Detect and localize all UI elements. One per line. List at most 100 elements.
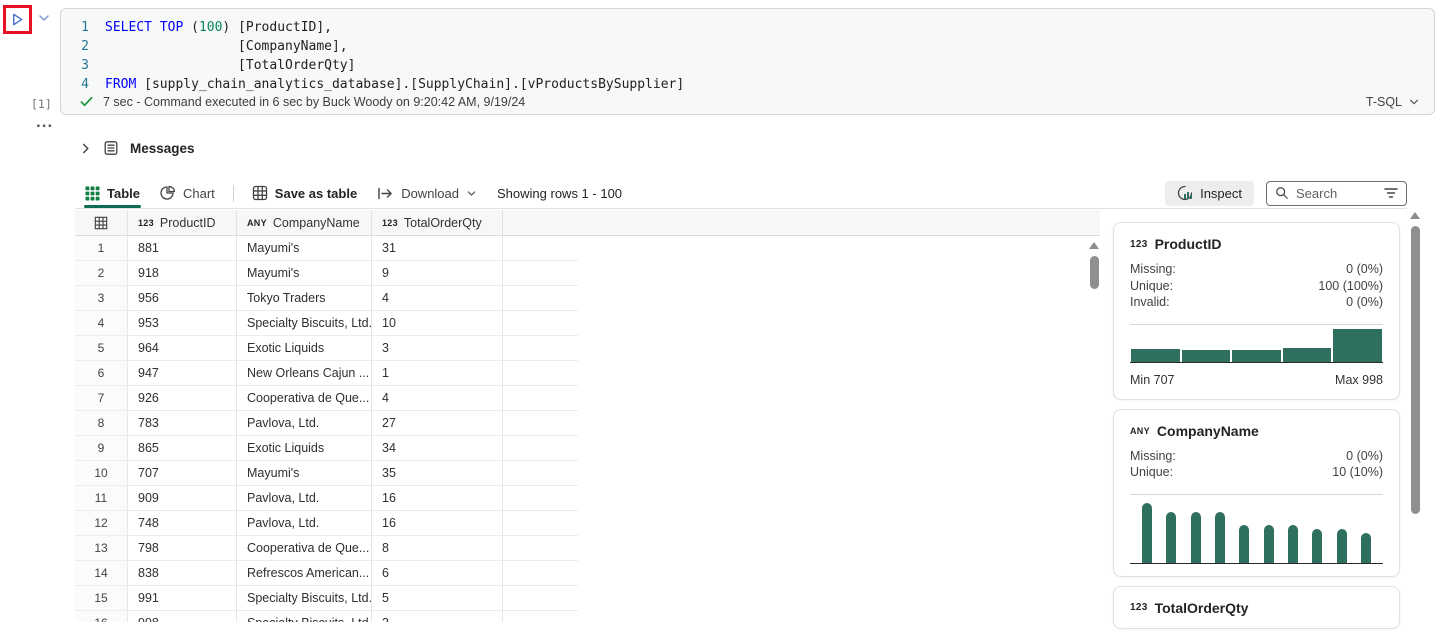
table-cell[interactable]: 31 <box>372 236 503 260</box>
table-cell[interactable]: Mayumi's <box>237 461 372 485</box>
table-cell[interactable]: 926 <box>128 386 237 410</box>
row-number-cell[interactable]: 8 <box>75 411 128 435</box>
table-cell[interactable]: 16 <box>372 511 503 535</box>
scrollbar-thumb[interactable] <box>1090 256 1099 289</box>
tab-chart[interactable]: Chart <box>150 178 225 208</box>
table-cell[interactable]: Tokyo Traders <box>237 286 372 310</box>
table-cell[interactable]: 909 <box>128 486 237 510</box>
table-cell[interactable]: 991 <box>128 586 237 610</box>
table-cell[interactable]: Mayumi's <box>237 236 372 260</box>
table-row[interactable]: 15991Specialty Biscuits, Ltd.5 <box>75 586 578 611</box>
table-cell[interactable]: New Orleans Cajun ... <box>237 361 372 385</box>
panel-vertical-scrollbar[interactable] <box>1406 212 1424 622</box>
table-row[interactable]: 16998Specialty Biscuits, Ltd.3 <box>75 611 578 622</box>
cell-collapse-chevron[interactable] <box>37 11 51 25</box>
table-cell[interactable]: 953 <box>128 311 237 335</box>
table-cell[interactable]: 16 <box>372 486 503 510</box>
table-row[interactable]: 8783Pavlova, Ltd.27 <box>75 411 578 436</box>
table-row[interactable]: 7926Cooperativa de Que...4 <box>75 386 578 411</box>
code-cell[interactable]: 1 SELECT TOP (100) [ProductID], 2 [Compa… <box>60 8 1435 115</box>
table-cell[interactable]: 5 <box>372 586 503 610</box>
row-number-cell[interactable]: 3 <box>75 286 128 310</box>
table-cell[interactable]: 10 <box>372 311 503 335</box>
table-row[interactable]: 12748Pavlova, Ltd.16 <box>75 511 578 536</box>
table-cell[interactable]: 748 <box>128 511 237 535</box>
messages-section-header[interactable]: Messages <box>79 140 195 156</box>
row-number-cell[interactable]: 6 <box>75 361 128 385</box>
table-cell[interactable]: Exotic Liquids <box>237 436 372 460</box>
table-cell[interactable]: 35 <box>372 461 503 485</box>
table-cell[interactable]: Pavlova, Ltd. <box>237 411 372 435</box>
column-header-productid[interactable]: 123 ProductID <box>128 210 237 235</box>
search-input[interactable] <box>1296 186 1377 201</box>
table-row[interactable]: 4953Specialty Biscuits, Ltd.10 <box>75 311 578 336</box>
table-cell[interactable]: 1 <box>372 361 503 385</box>
table-cell[interactable]: 27 <box>372 411 503 435</box>
scrollbar-thumb[interactable] <box>1411 226 1420 514</box>
table-row[interactable]: 10707Mayumi's35 <box>75 461 578 486</box>
row-number-cell[interactable]: 4 <box>75 311 128 335</box>
row-number-cell[interactable]: 14 <box>75 561 128 585</box>
table-row[interactable]: 14838Refrescos American...6 <box>75 561 578 586</box>
code-editor[interactable]: 1 SELECT TOP (100) [ProductID], 2 [Compa… <box>61 9 1434 94</box>
table-cell[interactable]: 838 <box>128 561 237 585</box>
row-number-cell[interactable]: 7 <box>75 386 128 410</box>
grid-vertical-scrollbar[interactable] <box>1088 242 1100 289</box>
table-cell[interactable]: 3 <box>372 611 503 622</box>
table-cell[interactable]: Specialty Biscuits, Ltd. <box>237 311 372 335</box>
table-cell[interactable]: 783 <box>128 411 237 435</box>
save-as-table-button[interactable]: Save as table <box>242 178 367 208</box>
table-cell[interactable]: 34 <box>372 436 503 460</box>
run-cell-button[interactable] <box>10 12 25 27</box>
tab-table[interactable]: Table <box>75 178 150 208</box>
row-number-cell[interactable]: 1 <box>75 236 128 260</box>
table-cell[interactable]: Pavlova, Ltd. <box>237 511 372 535</box>
kernel-selector[interactable]: T-SQL <box>1366 95 1420 109</box>
scroll-up-arrow-icon[interactable] <box>1410 212 1420 219</box>
table-cell[interactable]: 918 <box>128 261 237 285</box>
row-number-cell[interactable]: 15 <box>75 586 128 610</box>
table-cell[interactable]: 881 <box>128 236 237 260</box>
table-row[interactable]: 9865Exotic Liquids34 <box>75 436 578 461</box>
table-row[interactable]: 6947New Orleans Cajun ...1 <box>75 361 578 386</box>
row-number-cell[interactable]: 5 <box>75 336 128 360</box>
table-cell[interactable]: 956 <box>128 286 237 310</box>
table-cell[interactable]: Pavlova, Ltd. <box>237 486 372 510</box>
table-cell[interactable]: 8 <box>372 536 503 560</box>
table-cell[interactable]: Cooperativa de Que... <box>237 386 372 410</box>
table-cell[interactable]: 9 <box>372 261 503 285</box>
table-row[interactable]: 2918Mayumi's9 <box>75 261 578 286</box>
table-cell[interactable]: Mayumi's <box>237 261 372 285</box>
table-cell[interactable]: 798 <box>128 536 237 560</box>
row-number-cell[interactable]: 9 <box>75 436 128 460</box>
table-cell[interactable]: Exotic Liquids <box>237 336 372 360</box>
table-cell[interactable]: 964 <box>128 336 237 360</box>
table-cell[interactable]: 707 <box>128 461 237 485</box>
table-cell[interactable]: 4 <box>372 386 503 410</box>
row-number-cell[interactable]: 11 <box>75 486 128 510</box>
table-row[interactable]: 11909Pavlova, Ltd.16 <box>75 486 578 511</box>
row-number-cell[interactable]: 10 <box>75 461 128 485</box>
cell-overflow-menu[interactable]: ... <box>36 112 53 132</box>
row-number-cell[interactable]: 13 <box>75 536 128 560</box>
table-cell[interactable]: 865 <box>128 436 237 460</box>
table-cell[interactable]: 3 <box>372 336 503 360</box>
scroll-up-arrow-icon[interactable] <box>1089 242 1099 249</box>
table-row[interactable]: 3956Tokyo Traders4 <box>75 286 578 311</box>
inspect-button[interactable]: Inspect <box>1165 181 1254 206</box>
table-cell[interactable]: 4 <box>372 286 503 310</box>
column-header-totalorderqty[interactable]: 123 TotalOrderQty <box>372 210 503 235</box>
table-cell[interactable]: Refrescos American... <box>237 561 372 585</box>
table-row[interactable]: 5964Exotic Liquids3 <box>75 336 578 361</box>
table-cell[interactable]: 998 <box>128 611 237 622</box>
table-cell[interactable]: Cooperativa de Que... <box>237 536 372 560</box>
column-header-companyname[interactable]: ANY CompanyName <box>237 210 372 235</box>
grid-corner-cell[interactable] <box>75 210 128 235</box>
row-number-cell[interactable]: 12 <box>75 511 128 535</box>
table-row[interactable]: 13798Cooperativa de Que...8 <box>75 536 578 561</box>
table-cell[interactable]: 6 <box>372 561 503 585</box>
row-number-cell[interactable]: 2 <box>75 261 128 285</box>
row-number-cell[interactable]: 16 <box>75 611 128 622</box>
table-row[interactable]: 1881Mayumi's31 <box>75 236 578 261</box>
table-cell[interactable]: Specialty Biscuits, Ltd. <box>237 611 372 622</box>
